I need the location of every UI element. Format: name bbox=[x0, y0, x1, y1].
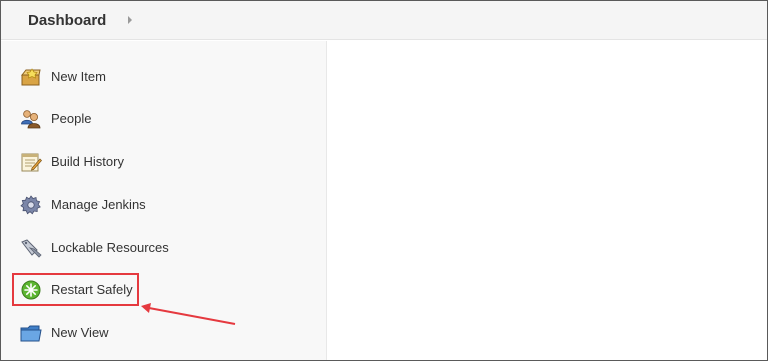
breadcrumb-dashboard[interactable]: Dashboard bbox=[28, 12, 106, 29]
jenkins-window: Dashboard New Item People Build History … bbox=[0, 0, 768, 361]
sidebar-item-build-history[interactable]: Build History bbox=[1, 145, 327, 179]
sidebar-item-lockable-resources[interactable]: Lockable Resources bbox=[1, 231, 327, 265]
sidebar-item-new-view[interactable]: New View bbox=[1, 316, 327, 350]
sidebar-item-label: People bbox=[51, 111, 92, 126]
sidebar-item-new-item[interactable]: New Item bbox=[1, 60, 327, 94]
sidebar: New Item People Build History Manage Jen… bbox=[1, 41, 327, 360]
sidebar-item-label: Restart Safely bbox=[51, 282, 133, 297]
sidebar-item-label: Lockable Resources bbox=[51, 240, 169, 255]
lockable-resources-icon bbox=[20, 238, 42, 258]
sidebar-item-label: New Item bbox=[51, 69, 106, 84]
people-icon bbox=[20, 109, 42, 129]
build-history-icon bbox=[20, 152, 42, 172]
header-bar: Dashboard bbox=[1, 1, 767, 40]
breadcrumb-chevron-icon[interactable] bbox=[128, 16, 132, 24]
sidebar-item-people[interactable]: People bbox=[1, 102, 327, 136]
new-item-icon bbox=[20, 67, 42, 87]
sidebar-item-manage-jenkins[interactable]: Manage Jenkins bbox=[1, 188, 327, 222]
sidebar-item-restart-safely[interactable]: Restart Safely bbox=[1, 273, 327, 307]
folder-icon bbox=[20, 323, 42, 343]
gear-icon bbox=[20, 195, 42, 215]
sidebar-item-label: New View bbox=[51, 325, 109, 340]
sidebar-item-label: Manage Jenkins bbox=[51, 197, 146, 212]
main-content bbox=[328, 41, 767, 360]
sidebar-item-label: Build History bbox=[51, 154, 124, 169]
restart-icon bbox=[20, 280, 42, 300]
